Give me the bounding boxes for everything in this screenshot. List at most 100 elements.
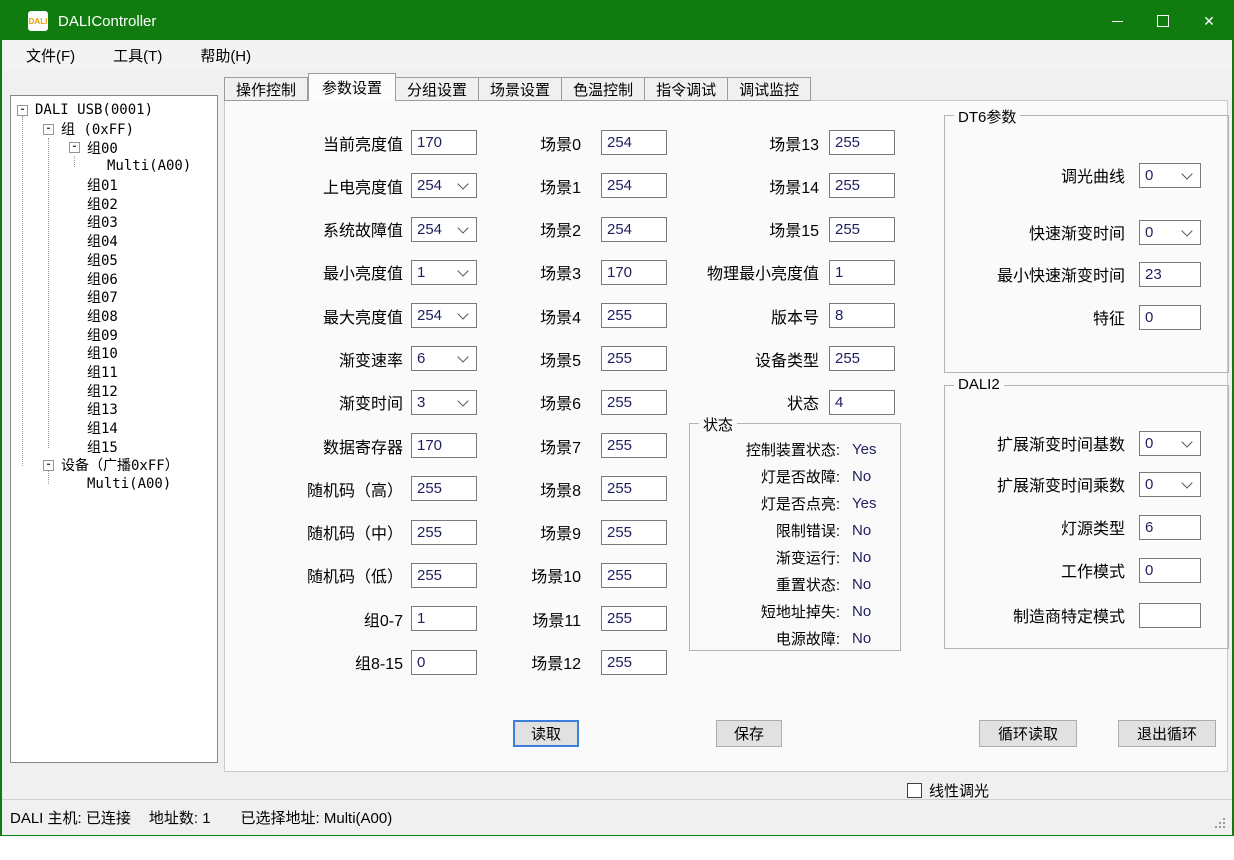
dimming-curve-select[interactable]: 0 <box>1139 163 1201 188</box>
tree-item-label[interactable]: 组09 <box>87 325 118 345</box>
tree-item-label[interactable]: Multi(A00) <box>87 476 171 492</box>
tree-item-group[interactable]: 组05 <box>11 251 217 270</box>
tree-item-multi-a00[interactable]: Multi(A00) <box>11 475 217 494</box>
tab-command-debug[interactable]: 指令调试 <box>645 77 728 101</box>
random-code-low-input[interactable] <box>411 563 477 588</box>
scene-0-input[interactable] <box>601 130 667 155</box>
minimize-button[interactable] <box>1094 2 1140 40</box>
scene-5-input[interactable] <box>601 346 667 371</box>
tree-item-label[interactable]: 组08 <box>87 306 118 326</box>
max-level-select[interactable]: 254 <box>411 303 477 328</box>
scene-4-input[interactable] <box>601 303 667 328</box>
tab-color-temp-control[interactable]: 色温控制 <box>562 77 645 101</box>
tree-item-label[interactable]: 设备（广播0xFF） <box>61 455 179 475</box>
scene-7-input[interactable] <box>601 433 667 458</box>
random-code-high-input[interactable] <box>411 476 477 501</box>
group-8-15-input[interactable] <box>411 650 477 675</box>
scene-6-input[interactable] <box>601 390 667 415</box>
fade-time-select[interactable]: 3 <box>411 390 477 415</box>
random-code-mid-input[interactable] <box>411 520 477 545</box>
maximize-button[interactable] <box>1140 2 1186 40</box>
close-button[interactable]: ✕ <box>1186 2 1232 40</box>
fade-rate-select[interactable]: 6 <box>411 346 477 371</box>
tree-item-group[interactable]: 组12 <box>11 381 217 400</box>
tree-item-group[interactable]: 组04 <box>11 232 217 251</box>
tree-item-group[interactable]: 组15 <box>11 437 217 456</box>
tree-item-multi-a00[interactable]: Multi(A00) <box>11 157 217 176</box>
tree-item-label[interactable]: 组 (0xFF) <box>61 119 134 139</box>
status-input[interactable] <box>829 390 895 415</box>
tree-item-group-root[interactable]: -组 (0xFF) <box>11 120 217 139</box>
tree-item-label[interactable]: 组10 <box>87 343 118 363</box>
tree-item-label[interactable]: 组15 <box>87 437 118 457</box>
tab-parameter-settings[interactable]: 参数设置 <box>308 73 396 101</box>
operating-mode-input[interactable] <box>1139 558 1201 583</box>
tree-item-label[interactable]: 组06 <box>87 269 118 289</box>
save-button[interactable]: 保存 <box>716 720 782 747</box>
tree-item-group[interactable]: 组13 <box>11 400 217 419</box>
tree-collapse-icon[interactable]: - <box>43 124 54 135</box>
scene-14-input[interactable] <box>829 173 895 198</box>
tree-item-group[interactable]: 组08 <box>11 307 217 326</box>
tree-collapse-icon[interactable]: - <box>69 142 80 153</box>
linear-dimming-checkbox[interactable] <box>907 783 922 798</box>
ext-fade-time-multiplier-select[interactable]: 0 <box>1139 472 1201 497</box>
tree-item-label[interactable]: 组00 <box>87 138 118 158</box>
min-level-select[interactable]: 1 <box>411 260 477 285</box>
scene-3-input[interactable] <box>601 260 667 285</box>
tab-debug-monitor[interactable]: 调试监控 <box>728 77 811 101</box>
tree-item-label[interactable]: 组14 <box>87 418 118 438</box>
group-0-7-input[interactable] <box>411 606 477 631</box>
ext-fade-time-base-select[interactable]: 0 <box>1139 431 1201 456</box>
tree-item-label[interactable]: 组03 <box>87 212 118 232</box>
tree-collapse-icon[interactable]: - <box>17 105 28 116</box>
tree-item-group-00[interactable]: -组00 <box>11 138 217 157</box>
power-on-level-select[interactable]: 254 <box>411 173 477 198</box>
scene-15-input[interactable] <box>829 217 895 242</box>
manufacturer-mode-input[interactable] <box>1139 603 1201 628</box>
data-register-input[interactable] <box>411 433 477 458</box>
scene-11-input[interactable] <box>601 606 667 631</box>
tab-scene-settings[interactable]: 场景设置 <box>479 77 562 101</box>
loop-read-button[interactable]: 循环读取 <box>979 720 1077 747</box>
system-failure-level-select[interactable]: 254 <box>411 217 477 242</box>
tree-item-label[interactable]: Multi(A00) <box>107 158 191 174</box>
tree-item-group[interactable]: 组09 <box>11 325 217 344</box>
menu-tools[interactable]: 工具(T) <box>101 43 174 67</box>
scene-13-input[interactable] <box>829 130 895 155</box>
tree-item-group[interactable]: 组01 <box>11 176 217 195</box>
min-fast-fade-time-input[interactable] <box>1139 262 1201 287</box>
tree-item-dali-usb[interactable]: -DALI USB(0001) <box>11 101 217 120</box>
scene-10-input[interactable] <box>601 563 667 588</box>
physical-min-level-input[interactable] <box>829 260 895 285</box>
tree-item-label[interactable]: DALI USB(0001) <box>35 102 153 118</box>
menu-help[interactable]: 帮助(H) <box>188 43 263 67</box>
exit-loop-button[interactable]: 退出循环 <box>1118 720 1216 747</box>
scene-9-input[interactable] <box>601 520 667 545</box>
menu-file[interactable]: 文件(F) <box>14 43 87 67</box>
device-type-input[interactable] <box>829 346 895 371</box>
tree-item-group[interactable]: 组07 <box>11 288 217 307</box>
tree-item-label[interactable]: 组01 <box>87 175 118 195</box>
current-brightness-input[interactable] <box>411 130 477 155</box>
tree-item-label[interactable]: 组13 <box>87 399 118 419</box>
scene-8-input[interactable] <box>601 476 667 501</box>
tree-item-label[interactable]: 组02 <box>87 194 118 214</box>
tab-operation-control[interactable]: 操作控制 <box>224 77 308 101</box>
version-input[interactable] <box>829 303 895 328</box>
resize-grip-icon[interactable] <box>1223 826 1225 828</box>
tree-item-group[interactable]: 组03 <box>11 213 217 232</box>
light-source-type-input[interactable] <box>1139 515 1201 540</box>
tree-item-label[interactable]: 组12 <box>87 381 118 401</box>
tree-item-group[interactable]: 组14 <box>11 419 217 438</box>
tree-item-group[interactable]: 组10 <box>11 344 217 363</box>
tree-item-group[interactable]: 组02 <box>11 194 217 213</box>
tree-item-group[interactable]: 组11 <box>11 363 217 382</box>
tree-item-group[interactable]: 组06 <box>11 269 217 288</box>
scene-2-input[interactable] <box>601 217 667 242</box>
tree-item-label[interactable]: 组04 <box>87 231 118 251</box>
scene-12-input[interactable] <box>601 650 667 675</box>
tree-item-label[interactable]: 组07 <box>87 287 118 307</box>
tree-item-label[interactable]: 组11 <box>87 362 118 382</box>
tree-item-device-broadcast[interactable]: -设备（广播0xFF） <box>11 456 217 475</box>
